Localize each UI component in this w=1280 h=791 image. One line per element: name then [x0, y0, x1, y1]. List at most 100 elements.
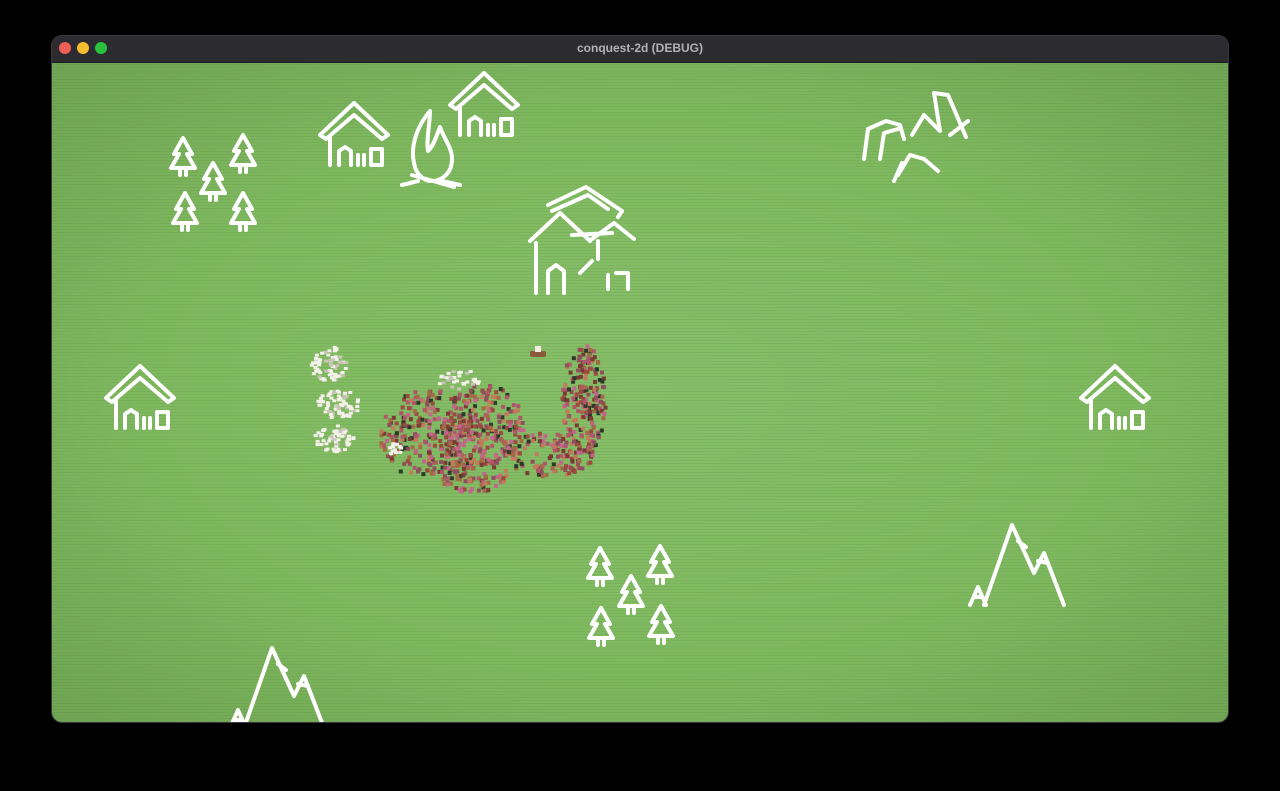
red-unit-pixel [461, 473, 466, 478]
red-unit-pixel [467, 437, 472, 442]
white-unit-pixel [331, 378, 336, 382]
house-icon [448, 71, 520, 137]
red-unit-pixel [408, 417, 413, 422]
red-unit-pixel [589, 433, 594, 438]
white-unit-pixel [316, 431, 321, 435]
red-unit-pixel [561, 419, 566, 423]
forest-nw[interactable] [169, 133, 257, 232]
mountains-east[interactable] [968, 523, 1066, 607]
tree-sprite [229, 191, 257, 232]
house-2[interactable] [448, 71, 520, 137]
red-unit-pixel [479, 443, 484, 448]
white-unit-pixel [327, 392, 332, 396]
white-unit-pixel [345, 441, 350, 445]
red-unit-pixel [541, 443, 545, 448]
red-unit-pixel [420, 417, 425, 422]
red-unit-pixel [427, 450, 431, 455]
red-unit-pixel [506, 446, 511, 451]
house-west[interactable] [104, 364, 176, 430]
red-unit-pixel [421, 472, 426, 477]
title-bar[interactable]: conquest-2d (DEBUG) [52, 36, 1228, 63]
red-unit-pixel [571, 356, 576, 361]
red-unit-pixel [412, 465, 417, 470]
village[interactable] [528, 185, 636, 295]
red-unit-pixel [421, 423, 426, 428]
red-unit-pixel [464, 458, 469, 462]
red-unit-pixel [443, 430, 448, 435]
red-unit-pixel [603, 405, 608, 410]
house-1[interactable] [318, 101, 390, 167]
red-unit-pixel [469, 453, 474, 458]
red-unit-pixel [588, 447, 592, 452]
campfire[interactable] [400, 109, 462, 189]
red-unit-pixel [457, 413, 462, 418]
white-unit-pixel [348, 405, 353, 409]
red-unit-pixel [567, 387, 571, 392]
white-unit-pixel [336, 394, 341, 398]
red-unit-pixel [452, 440, 457, 445]
white-unit-pixel [325, 447, 330, 451]
white-unit-pixel [335, 364, 340, 368]
red-unit-pixel [458, 441, 463, 446]
red-unit-pixel [471, 435, 476, 440]
forest-south[interactable] [586, 544, 675, 647]
red-unit-pixel [525, 434, 530, 439]
red-unit-pixel [486, 488, 491, 493]
red-unit-pixel [430, 393, 435, 397]
white-unit-pixel [320, 394, 325, 398]
red-unit-pixel [438, 438, 443, 443]
white-unit-pixel [343, 448, 347, 452]
red-unit-pixel [494, 390, 499, 395]
white-unit-pixel [398, 450, 403, 454]
game-map[interactable] [52, 63, 1228, 722]
unit-scout[interactable] [530, 346, 546, 357]
red-unit-pixel [486, 409, 491, 414]
red-unit-pixel [466, 424, 471, 428]
red-unit-pixel [461, 419, 466, 424]
red-unit-pixel [449, 481, 454, 486]
red-unit-pixel [518, 415, 523, 420]
hills-ne[interactable] [862, 91, 970, 183]
red-unit-pixel [539, 470, 544, 475]
red-unit-pixel [387, 432, 392, 437]
red-unit-pixel [510, 452, 515, 457]
white-unit-pixel [328, 369, 333, 373]
white-unit-pixel [320, 351, 325, 355]
red-unit-pixel [408, 398, 413, 403]
red-unit-pixel [589, 429, 594, 434]
red-unit-pixel [427, 419, 432, 424]
red-unit-pixel [479, 462, 484, 467]
red-unit-pixel [412, 409, 417, 414]
white-unit-pixel [440, 374, 445, 378]
red-unit-pixel [520, 421, 525, 425]
white-unit-pixel [326, 404, 331, 408]
red-unit-pixel [451, 418, 456, 423]
red-unit-pixel [475, 419, 480, 424]
red-unit-pixel [446, 425, 451, 430]
red-unit-pixel [517, 444, 522, 449]
red-unit-pixel [579, 348, 584, 352]
red-unit-pixel [591, 425, 596, 430]
red-unit-pixel [455, 474, 460, 479]
battle-army[interactable] [309, 344, 608, 494]
house-east[interactable] [1079, 364, 1151, 430]
red-unit-pixel [478, 432, 483, 437]
red-unit-pixel [461, 443, 466, 448]
mountains-southwest[interactable] [228, 646, 326, 722]
red-unit-pixel [537, 439, 542, 444]
red-unit-pixel [432, 466, 437, 471]
white-unit-pixel [449, 376, 454, 380]
red-unit-pixel [511, 456, 516, 461]
red-unit-pixel [407, 406, 411, 411]
red-unit-pixel [507, 427, 512, 432]
white-unit-pixel [450, 385, 455, 389]
red-unit-pixel [473, 412, 478, 417]
red-unit-pixel [572, 469, 577, 474]
red-unit-pixel [479, 416, 484, 421]
white-unit-pixel [327, 409, 332, 413]
white-unit-pixel [324, 369, 329, 373]
white-unit-pixel [332, 391, 336, 394]
red-unit-pixel [588, 410, 593, 415]
red-unit-pixel [399, 428, 404, 433]
map-canvas[interactable] [52, 63, 1228, 722]
